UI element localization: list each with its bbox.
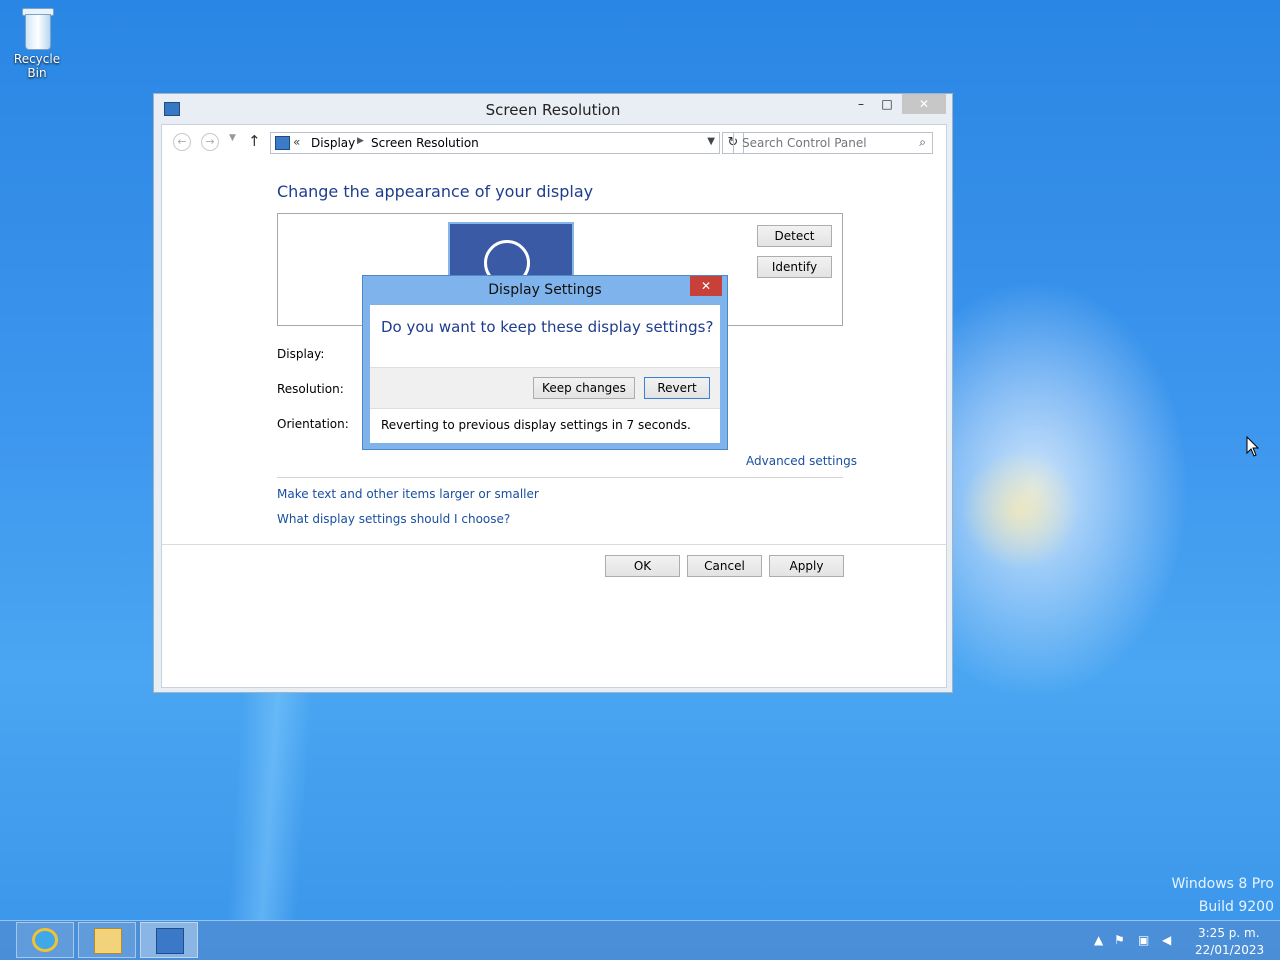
monitor-1-icon[interactable] (448, 222, 574, 286)
keep-changes-button[interactable]: Keep changes (533, 377, 635, 399)
address-row: ← → ▼ ↑ « Display ▶ Screen Resolution ▼ … (162, 125, 946, 159)
dialog-button-bar: Keep changes Revert (370, 367, 720, 409)
back-arrow-icon: ← (177, 135, 187, 148)
breadcrumb-screen-resolution[interactable]: Screen Resolution (371, 136, 479, 150)
action-center-flag-icon[interactable]: ⚑ (1114, 933, 1125, 947)
window-title: Screen Resolution (485, 101, 621, 119)
forward-arrow-icon: → (205, 135, 215, 148)
breadcrumb-separator-icon[interactable]: ▶ (357, 136, 364, 146)
taskbar-control-panel[interactable] (140, 922, 198, 958)
page-heading: Change the appearance of your display (277, 182, 594, 201)
internet-explorer-icon (32, 928, 58, 952)
mouse-cursor-icon (1246, 436, 1260, 457)
recycle-bin-label: Recycle Bin (13, 52, 61, 80)
search-icon[interactable]: ⌕ (919, 135, 926, 150)
identify-button[interactable]: Identify (757, 256, 832, 278)
file-explorer-icon (94, 928, 122, 954)
breadcrumb-chevron-icon[interactable]: « (293, 135, 300, 149)
resolution-label: Resolution: (277, 382, 344, 396)
control-panel-icon (275, 136, 290, 150)
dialog-close-button[interactable]: ✕ (690, 276, 722, 296)
display-settings-dialog: Display Settings ✕ Do you want to keep t… (362, 275, 728, 450)
back-button[interactable]: ← (173, 133, 191, 151)
revert-countdown-text: Reverting to previous display settings i… (381, 418, 691, 432)
forward-button[interactable]: → (201, 133, 219, 151)
detect-button[interactable]: Detect (757, 225, 832, 247)
clock-time[interactable]: 3:25 p. m. (1198, 926, 1260, 940)
recycle-bin[interactable]: Recycle Bin (4, 6, 70, 80)
control-panel-icon (156, 928, 184, 954)
display-label: Display: (277, 347, 325, 361)
revert-button[interactable]: Revert (644, 377, 710, 399)
clock-date[interactable]: 22/01/2023 (1195, 943, 1264, 957)
title-bar[interactable]: Screen Resolution – □ ✕ (154, 94, 952, 124)
taskbar-file-explorer[interactable] (78, 922, 136, 958)
show-hidden-icons-icon[interactable]: ▲ (1094, 933, 1103, 947)
volume-muted-icon[interactable]: ◀ (1162, 933, 1171, 947)
divider (277, 477, 843, 478)
minimize-button[interactable]: – (850, 94, 872, 114)
apply-button[interactable]: Apply (769, 555, 844, 577)
cancel-button[interactable]: Cancel (687, 555, 762, 577)
dialog-body: Do you want to keep these display settin… (370, 305, 720, 443)
advanced-settings-link[interactable]: Advanced settings (746, 454, 857, 468)
up-arrow-icon[interactable]: ↑ (248, 132, 261, 150)
windows-build-watermark: Build 9200 (1198, 899, 1274, 915)
address-bar[interactable]: « Display ▶ Screen Resolution ▼ (270, 132, 720, 154)
search-input[interactable] (740, 135, 904, 151)
network-icon[interactable]: ▣ (1138, 933, 1149, 947)
address-dropdown-icon[interactable]: ▼ (707, 136, 715, 147)
recent-locations-icon[interactable]: ▼ (229, 133, 236, 143)
display-help-link[interactable]: What display settings should I choose? (277, 512, 510, 526)
windows-edition-watermark: Windows 8 Pro (1171, 876, 1274, 892)
text-size-link[interactable]: Make text and other items larger or smal… (277, 487, 539, 501)
close-button[interactable]: ✕ (902, 94, 946, 114)
breadcrumb-display[interactable]: Display (311, 136, 355, 150)
wallpaper-stem (226, 690, 314, 920)
orientation-label: Orientation: (277, 417, 349, 431)
wallpaper-flower-center (960, 450, 1080, 570)
dialog-title: Display Settings (488, 282, 602, 298)
search-box[interactable]: ⌕ (733, 132, 933, 154)
ok-button[interactable]: OK (605, 555, 680, 577)
taskbar: ▲ ⚑ ▣ ◀ 3:25 p. m. 22/01/2023 (0, 920, 1280, 960)
recycle-bin-icon (21, 6, 54, 50)
maximize-button[interactable]: □ (876, 94, 898, 114)
dialog-question: Do you want to keep these display settin… (381, 318, 714, 336)
divider (162, 544, 946, 545)
taskbar-internet-explorer[interactable] (16, 922, 74, 958)
